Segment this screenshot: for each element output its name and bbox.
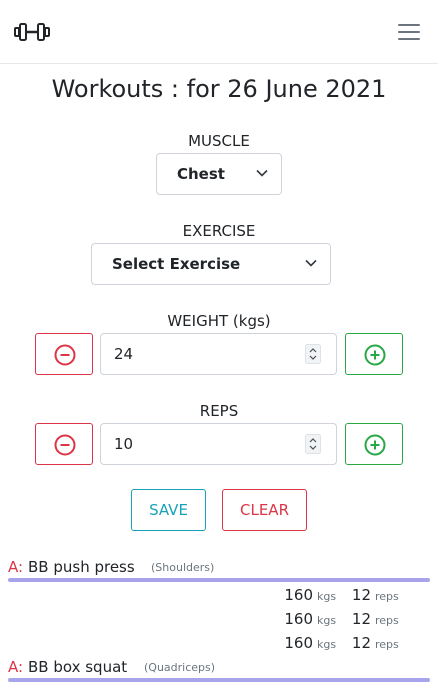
set-reps: 12 (351, 610, 371, 628)
log-entry-divider (8, 578, 430, 582)
set-weight: 160 (284, 634, 313, 652)
page-title: Workouts : for 26 June 2021 (51, 75, 387, 103)
exercise-label: EXERCISE (182, 222, 256, 240)
set-reps-unit: reps (375, 638, 399, 651)
reps-input[interactable]: 10 (100, 423, 337, 465)
dumbbell-icon[interactable] (14, 22, 50, 42)
set-reps: 12 (351, 634, 371, 652)
weight-input[interactable]: 24 (100, 333, 337, 375)
save-button[interactable]: SAVE (131, 489, 206, 531)
hamburger-menu-icon[interactable] (398, 23, 420, 41)
chevron-down-icon (256, 169, 268, 177)
plus-circle-icon (364, 344, 386, 366)
set-row: 160 kgs 12 reps (0, 608, 438, 630)
minus-circle-icon (54, 344, 76, 366)
log-entry-muscle: (Shoulders) (151, 561, 215, 574)
set-reps-unit: reps (375, 590, 399, 603)
exercise-select-value: Select Exercise (112, 255, 241, 273)
log-entry-tag: A: (8, 658, 24, 676)
set-weight: 160 (284, 586, 313, 604)
minus-circle-icon (54, 434, 76, 456)
log-entry-tag: A: (8, 558, 24, 576)
spinner-arrows-icon[interactable] (305, 434, 321, 454)
muscle-select-value: Chest (177, 165, 225, 183)
chevron-down-icon (305, 259, 317, 267)
log-entry-name: BB push press (28, 558, 135, 576)
weight-decrease-button[interactable] (35, 333, 93, 375)
set-weight-unit: kgs (317, 638, 337, 651)
navbar (0, 0, 438, 64)
reps-input-value: 10 (114, 435, 134, 453)
muscle-label: MUSCLE (188, 132, 250, 150)
log-entry-name: BB box squat (28, 658, 128, 676)
reps-label: REPS (199, 402, 239, 420)
set-weight: 160 (284, 610, 313, 628)
log-entry-muscle: (Quadriceps) (144, 661, 216, 674)
set-reps: 12 (351, 586, 371, 604)
spinner-arrows-icon[interactable] (305, 344, 321, 364)
plus-circle-icon (364, 434, 386, 456)
reps-decrease-button[interactable] (35, 423, 93, 465)
reps-increase-button[interactable] (345, 423, 403, 465)
set-row: 160 kgs 12 reps (0, 632, 438, 654)
exercise-select[interactable]: Select Exercise (91, 243, 331, 285)
set-row: 160 kgs 12 reps (0, 584, 438, 606)
log-entry-divider (8, 678, 430, 682)
clear-button[interactable]: CLEAR (222, 489, 307, 531)
weight-input-value: 24 (114, 345, 134, 363)
set-reps-unit: reps (375, 614, 399, 627)
weight-label: WEIGHT (kgs) (167, 312, 271, 330)
set-weight-unit: kgs (317, 590, 337, 603)
muscle-select[interactable]: Chest (156, 153, 282, 195)
set-weight-unit: kgs (317, 614, 337, 627)
weight-increase-button[interactable] (345, 333, 403, 375)
log-entry-header[interactable]: A: BB push press (Shoulders) (8, 557, 430, 577)
log-entry-header[interactable]: A: BB box squat (Quadriceps) (8, 657, 430, 677)
